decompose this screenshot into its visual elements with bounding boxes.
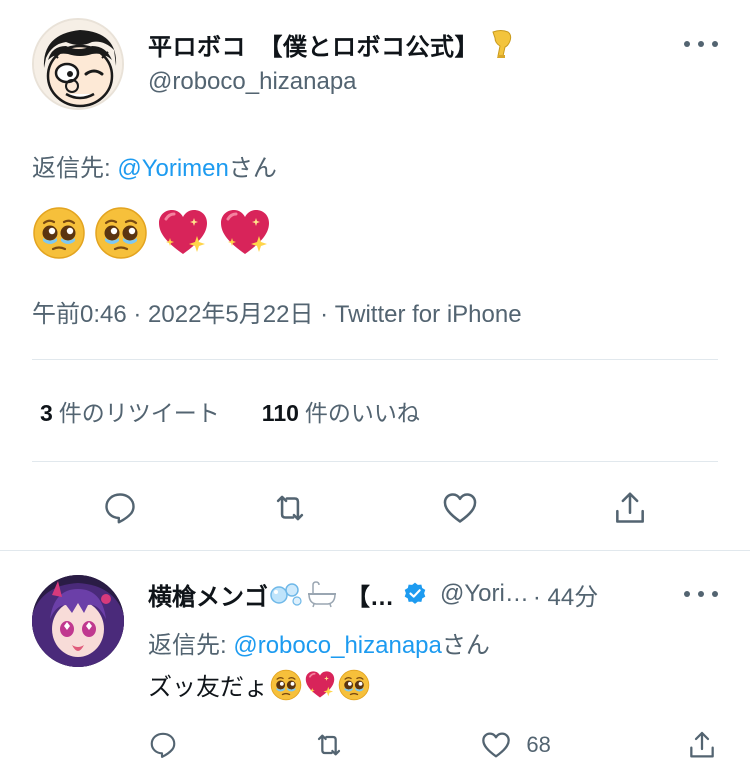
like-button[interactable]	[400, 484, 520, 532]
reply-text: ズッ友だょ	[148, 674, 268, 701]
pleading-face-icon	[338, 669, 370, 701]
more-icon[interactable]	[684, 589, 718, 599]
dot	[684, 41, 690, 47]
dot	[712, 41, 718, 47]
bathtub-icon	[308, 581, 336, 608]
share-button[interactable]	[570, 484, 690, 532]
like-stat[interactable]: 110 件のいいね	[262, 394, 420, 428]
dot	[684, 591, 690, 597]
retweet-button[interactable]	[230, 484, 350, 532]
reply-actions: 68	[148, 727, 718, 763]
reply-time[interactable]: · 44分	[533, 577, 598, 612]
reply-prefix: 返信先:	[148, 632, 234, 659]
retweet-icon	[276, 495, 304, 521]
tweet-body: ズッ友だょ	[148, 667, 370, 702]
retweet-label: 件のリツイート	[58, 400, 220, 426]
dot	[698, 591, 704, 597]
tweet-actions	[60, 484, 690, 532]
avatar[interactable]	[32, 575, 124, 667]
handle[interactable]: @Yori…	[440, 580, 529, 608]
share-button[interactable]	[686, 729, 718, 761]
retweet-button[interactable]	[313, 729, 345, 761]
reply-suffix: さん	[441, 632, 490, 659]
reply-tweet[interactable]: 横槍メンゴ 【… @Yori… · 44分 返信先: @roboco_hizan…	[0, 551, 750, 784]
verified-badge-icon	[404, 582, 426, 604]
pleading-face-icon	[270, 669, 302, 701]
reply-prefix: 返信先:	[32, 155, 118, 182]
reply-button[interactable]	[148, 730, 178, 760]
share-icon	[690, 731, 714, 758]
display-name-row[interactable]: 平ロボコ 【僕とロボコ公式】	[148, 26, 513, 62]
bubbles-icon	[270, 583, 302, 606]
leg-emoji-icon	[492, 30, 512, 58]
retweet-stat[interactable]: 3 件のリツイート	[40, 394, 220, 428]
reply-mention-link[interactable]: @roboco_hizanapa	[233, 632, 442, 659]
heart-icon	[443, 493, 477, 523]
main-tweet: 平ロボコ 【僕とロボコ公式】 @roboco_hizanapa 返信先: @Yo…	[0, 0, 750, 550]
like-count: 68	[526, 732, 551, 757]
like-label: 件のいいね	[304, 400, 420, 426]
reply-suffix: さん	[228, 155, 277, 182]
pleading-face-icon	[94, 206, 148, 260]
sparkling-heart-icon	[218, 206, 272, 260]
sparkling-heart-icon	[156, 206, 210, 260]
reply-icon	[105, 493, 135, 524]
pleading-face-icon	[32, 206, 86, 260]
reply-button[interactable]	[60, 484, 180, 532]
heart-icon	[482, 732, 511, 758]
engagement-stats: 3 件のリツイート 110 件のいいね	[40, 394, 420, 428]
tweet-body	[32, 206, 272, 260]
reply-header: 横槍メンゴ 【… @Yori… · 44分	[148, 577, 718, 611]
avatar[interactable]	[32, 18, 124, 110]
display-name[interactable]: 横槍メンゴ	[148, 577, 268, 612]
divider	[32, 461, 718, 462]
share-icon	[616, 492, 644, 523]
dot	[712, 591, 718, 597]
anime-girl-avatar-icon	[32, 575, 124, 667]
reply-mention-link[interactable]: @Yorimen	[117, 155, 229, 182]
retweet-icon	[318, 734, 341, 756]
handle[interactable]: @roboco_hizanapa	[148, 68, 357, 96]
divider	[32, 359, 718, 360]
dot	[698, 41, 704, 47]
retweet-count: 3	[40, 400, 53, 426]
like-button[interactable]: 68	[480, 729, 551, 761]
sparkling-heart-icon	[304, 669, 336, 701]
more-icon[interactable]	[684, 34, 718, 54]
robo-face-icon	[34, 20, 122, 108]
like-count: 110	[261, 400, 299, 426]
replying-to: 返信先: @roboco_hizanapaさん	[148, 625, 490, 660]
timestamp[interactable]: 午前0:46 · 2022年5月22日 · Twitter for iPhone	[32, 294, 522, 329]
replying-to: 返信先: @Yorimenさん	[32, 148, 277, 183]
display-name[interactable]: 平ロボコ 【僕とロボコ公式】	[148, 27, 479, 62]
reply-icon	[150, 732, 176, 758]
display-name-suffix[interactable]: 【…	[346, 577, 394, 612]
